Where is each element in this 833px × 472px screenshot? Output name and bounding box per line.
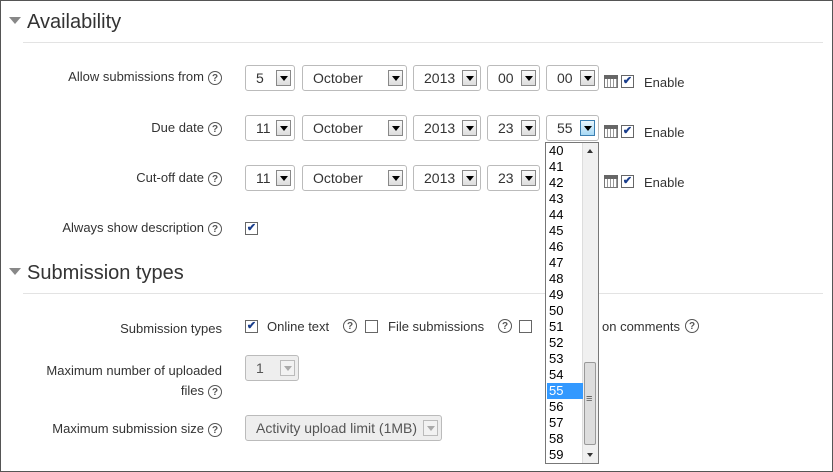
help-icon[interactable]: ? — [208, 422, 222, 437]
minute-option[interactable]: 43 — [549, 191, 583, 207]
chevron-down-icon — [276, 120, 291, 136]
chevron-down-icon — [276, 70, 291, 86]
file-submissions-checkbox[interactable] — [365, 320, 378, 333]
cutoff-day-select[interactable]: 11 — [245, 165, 295, 191]
help-icon[interactable]: ? — [685, 319, 699, 333]
minute-option[interactable]: 52 — [549, 335, 583, 351]
due-enable-checkbox[interactable] — [621, 125, 634, 138]
help-icon[interactable]: ? — [208, 221, 222, 236]
dropdown-scrollbar[interactable] — [582, 143, 598, 463]
minute-dropdown-list[interactable]: 4041424344454647484950515253545556575859 — [545, 142, 599, 464]
chevron-down-icon — [423, 420, 438, 436]
cutoff-enable-checkbox[interactable] — [621, 175, 634, 188]
chevron-down-icon — [521, 170, 536, 186]
chevron-down-icon — [276, 170, 291, 186]
help-icon[interactable]: ? — [208, 171, 222, 186]
minute-option[interactable]: 59 — [549, 447, 583, 463]
chevron-down-icon — [462, 120, 477, 136]
minute-option[interactable]: 58 — [549, 431, 583, 447]
chevron-down-icon — [388, 120, 403, 136]
submission-comments-label: on comments — [602, 319, 681, 334]
minute-option[interactable]: 55 — [547, 383, 583, 399]
calendar-icon[interactable] — [604, 175, 618, 188]
section-title: Submission types — [27, 262, 184, 284]
help-icon[interactable]: ? — [343, 319, 357, 333]
minute-option[interactable]: 41 — [549, 159, 583, 175]
allow-from-day-select[interactable]: 5 — [245, 65, 295, 91]
divider — [23, 42, 823, 43]
chevron-down-icon — [462, 70, 477, 86]
submission-types-label: Submission types — [120, 321, 222, 336]
max-size-select[interactable]: Activity upload limit (1MB) — [245, 415, 442, 441]
help-icon[interactable]: ? — [498, 319, 512, 333]
minute-option[interactable]: 47 — [549, 255, 583, 271]
cutoff-month-select[interactable]: October — [302, 165, 407, 191]
due-day-select[interactable]: 11 — [245, 115, 295, 141]
calendar-icon[interactable] — [604, 125, 618, 138]
enable-label: Enable — [644, 75, 685, 90]
max-files-label: Maximum number of uploaded files? — [46, 363, 222, 399]
chevron-down-icon — [462, 170, 477, 186]
cutoff-date-label: Cut-off date? — [136, 170, 222, 186]
chevron-down-icon — [521, 70, 536, 86]
scrollbar-thumb[interactable] — [584, 362, 596, 445]
submission-comments-checkbox[interactable] — [519, 320, 532, 333]
chevron-down-icon — [521, 120, 536, 136]
due-year-select[interactable]: 2013 — [413, 115, 481, 141]
minute-option[interactable]: 49 — [549, 287, 583, 303]
always-show-description-label: Always show description? — [62, 220, 222, 236]
allow-from-hour-select[interactable]: 00 — [487, 65, 540, 91]
minute-option[interactable]: 56 — [549, 399, 583, 415]
minute-option[interactable]: 51 — [549, 319, 583, 335]
allow-from-minute-select[interactable]: 00 — [546, 65, 599, 91]
minute-option[interactable]: 53 — [549, 351, 583, 367]
allow-from-label: Allow submissions from? — [68, 69, 222, 85]
section-availability-header[interactable]: Availability — [9, 11, 121, 34]
collapse-triangle-icon — [9, 268, 21, 276]
moodle-assignment-settings: Availability Allow submissions from? 5 O… — [0, 0, 833, 472]
collapse-triangle-icon — [9, 17, 21, 25]
online-text-label: Online text — [267, 319, 330, 334]
file-submissions-label: File submissions — [388, 319, 485, 334]
scroll-up-icon[interactable] — [587, 149, 593, 153]
allow-from-year-select[interactable]: 2013 — [413, 65, 481, 91]
section-submission-types-header[interactable]: Submission types — [9, 262, 184, 285]
minute-option[interactable]: 42 — [549, 175, 583, 191]
due-hour-select[interactable]: 23 — [487, 115, 540, 141]
chevron-down-icon — [580, 70, 595, 86]
minute-option[interactable]: 45 — [549, 223, 583, 239]
minute-option[interactable]: 46 — [549, 239, 583, 255]
always-show-description-checkbox[interactable] — [245, 222, 258, 235]
online-text-checkbox[interactable] — [245, 320, 258, 333]
calendar-icon[interactable] — [604, 75, 618, 88]
max-size-label: Maximum submission size? — [52, 421, 222, 437]
cutoff-hour-select[interactable]: 23 — [487, 165, 540, 191]
allow-from-enable-checkbox[interactable] — [621, 75, 634, 88]
enable-label: Enable — [644, 175, 685, 190]
help-icon[interactable]: ? — [208, 70, 222, 85]
allow-from-month-select[interactable]: October — [302, 65, 407, 91]
chevron-down-icon — [280, 360, 295, 376]
enable-label: Enable — [644, 125, 685, 140]
help-icon[interactable]: ? — [208, 121, 222, 136]
chevron-down-icon — [388, 170, 403, 186]
cutoff-year-select[interactable]: 2013 — [413, 165, 481, 191]
chevron-down-icon — [388, 70, 403, 86]
scroll-down-icon[interactable] — [587, 453, 593, 457]
chevron-down-icon — [580, 120, 595, 136]
minute-option[interactable]: 40 — [549, 143, 583, 159]
due-month-select[interactable]: October — [302, 115, 407, 141]
minute-option[interactable]: 50 — [549, 303, 583, 319]
minute-option[interactable]: 48 — [549, 271, 583, 287]
due-date-label: Due date? — [151, 120, 222, 136]
due-minute-select[interactable]: 55 — [546, 115, 599, 141]
divider — [23, 293, 823, 294]
section-title: Availability — [27, 11, 122, 33]
minute-option[interactable]: 57 — [549, 415, 583, 431]
minute-option[interactable]: 54 — [549, 367, 583, 383]
max-files-select[interactable]: 1 — [245, 355, 299, 381]
help-icon[interactable]: ? — [208, 384, 222, 399]
minute-option[interactable]: 44 — [549, 207, 583, 223]
